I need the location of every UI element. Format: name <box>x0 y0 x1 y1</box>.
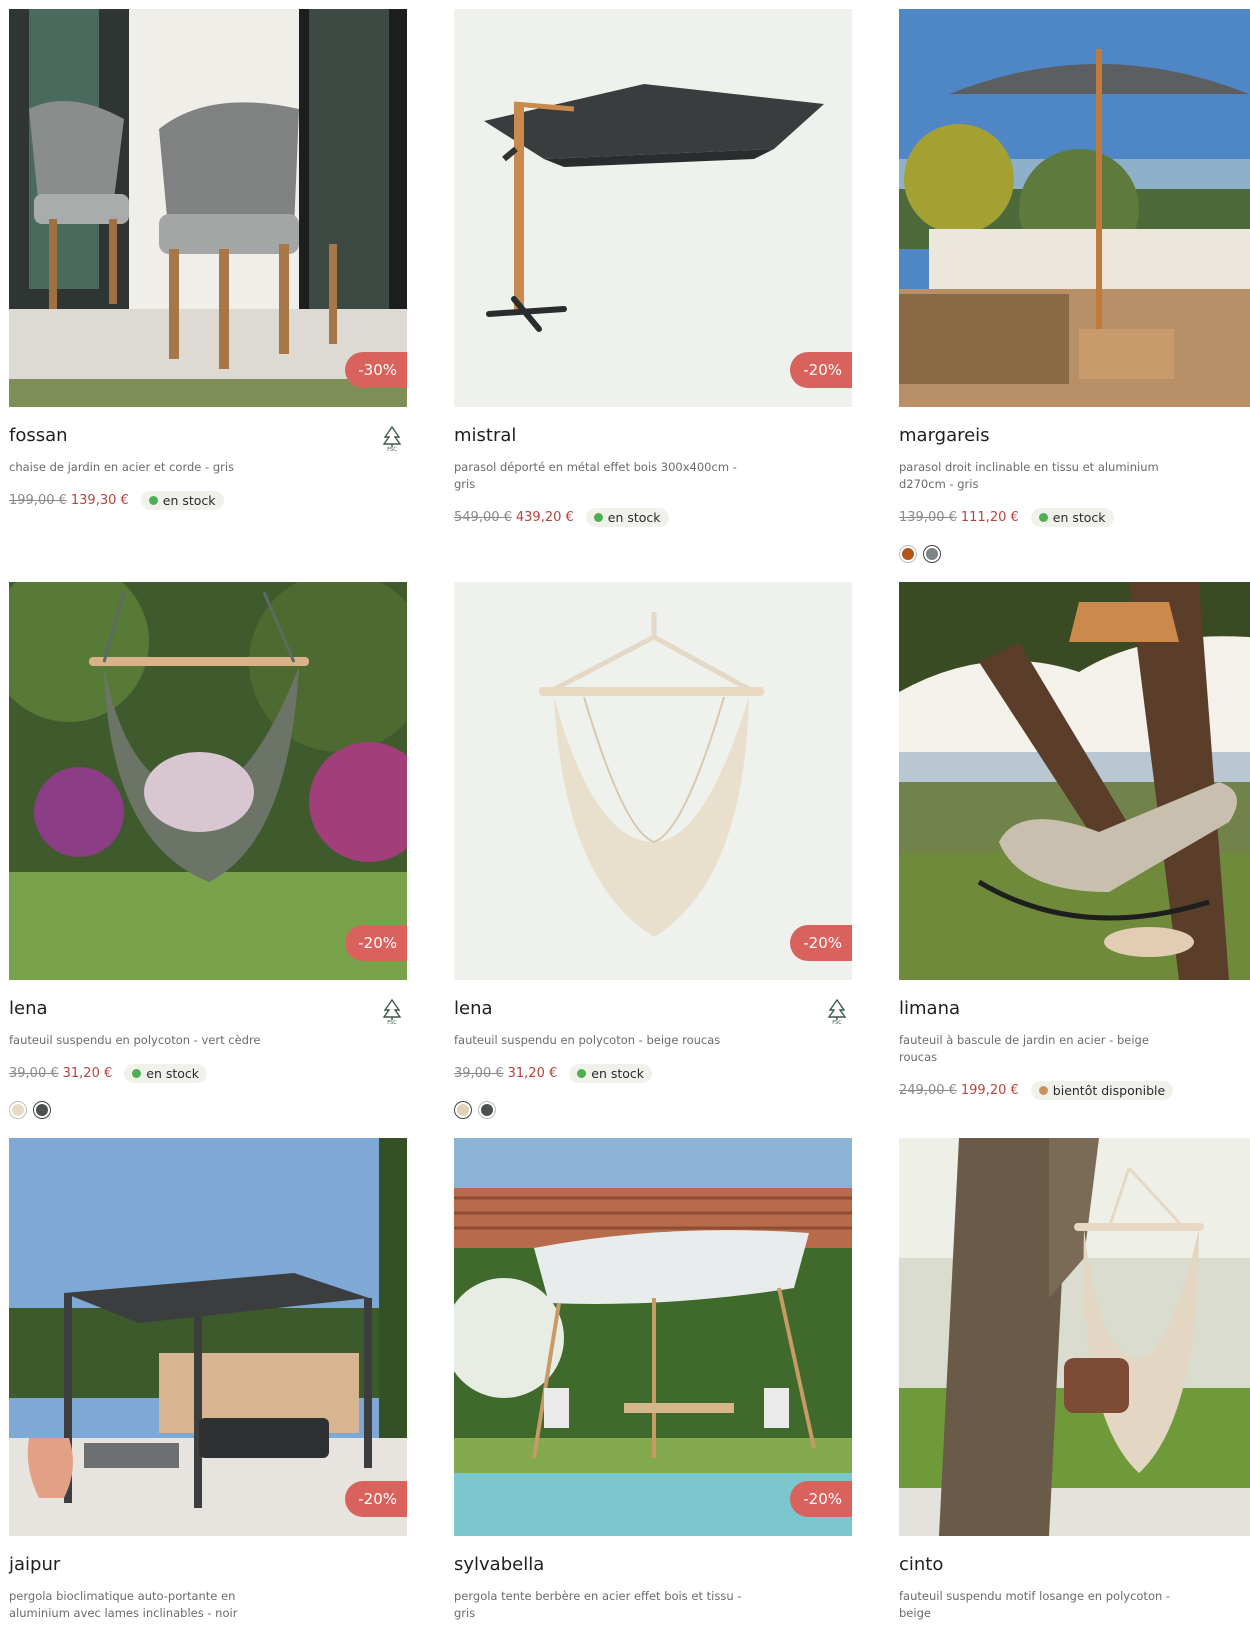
color-swatch-terracotta[interactable] <box>899 545 917 563</box>
stock-dot <box>593 513 603 522</box>
product-description: fauteuil à bascule de jardin en acier - … <box>899 1033 1149 1064</box>
product-card-limana[interactable]: limana fauteuil à bascule de jardin en a… <box>899 582 1250 1100</box>
product-card-lena-beige[interactable]: -20% lena FSC fauteuil suspendu en polyc… <box>454 582 852 1119</box>
price-row: 39,00 € 31,20 € en stock <box>9 1064 407 1083</box>
product-image-mistral[interactable]: -20% <box>454 9 852 407</box>
stock-status: en stock <box>1030 508 1114 527</box>
stock-dot <box>1038 1086 1048 1095</box>
color-swatch-green[interactable] <box>478 1101 496 1119</box>
stock-status: en stock <box>569 1064 653 1083</box>
old-price: 139,00 € <box>899 510 957 525</box>
discount-badge: -20% <box>790 925 852 961</box>
discount-badge: -20% <box>790 352 852 388</box>
product-image-sylvabella[interactable]: -20% <box>454 1138 852 1536</box>
stock-label: en stock <box>1052 510 1106 525</box>
stock-dot <box>132 1069 142 1078</box>
product-description: fauteuil suspendu en polycoton - beige r… <box>454 1033 721 1047</box>
svg-text:FSC: FSC <box>387 1020 397 1024</box>
product-card-lena-green[interactable]: -20% lena FSC fauteuil suspendu en polyc… <box>9 582 407 1119</box>
svg-text:FSC: FSC <box>387 447 397 451</box>
product-title[interactable]: limana <box>899 998 960 1019</box>
sale-price: 139,30 € <box>70 493 129 508</box>
color-swatch-beige[interactable] <box>9 1101 27 1119</box>
discount-badge: -20% <box>345 1481 407 1517</box>
sale-price: 31,20 € <box>62 1066 113 1081</box>
stock-status: bientôt disponible <box>1030 1081 1174 1100</box>
stock-label: en stock <box>146 1066 200 1081</box>
product-title[interactable]: mistral <box>454 425 516 446</box>
product-description: parasol déporté en métal effet bois 300x… <box>454 460 737 491</box>
product-card-cinto[interactable]: cinto fauteuil suspendu motif losange en… <box>899 1138 1250 1622</box>
price-row: 199,00 € 139,30 € en stock <box>9 491 407 510</box>
price-row: 139,00 € 111,20 € en stock <box>899 508 1250 527</box>
product-description: pergola bioclimatique auto-portante en a… <box>9 1589 238 1620</box>
stock-dot <box>1038 513 1048 522</box>
svg-text:FSC: FSC <box>832 1020 842 1024</box>
stock-label: en stock <box>607 510 661 525</box>
stock-dot <box>577 1069 587 1078</box>
color-swatches <box>9 1101 407 1119</box>
stock-label: en stock <box>162 493 216 508</box>
product-description: fauteuil suspendu en polycoton - vert cè… <box>9 1033 261 1047</box>
product-image-lena-green[interactable]: -20% <box>9 582 407 980</box>
product-card-jaipur[interactable]: -20% jaipur pergola bioclimatique auto-p… <box>9 1138 407 1622</box>
discount-badge: -20% <box>345 925 407 961</box>
old-price: 199,00 € <box>9 493 67 508</box>
product-title[interactable]: lena <box>454 998 493 1019</box>
color-swatches <box>454 1101 852 1119</box>
sale-price: 111,20 € <box>960 510 1019 525</box>
old-price: 249,00 € <box>899 1083 957 1098</box>
price-row: 39,00 € 31,20 € en stock <box>454 1064 852 1083</box>
fsc-tree-icon: FSC <box>382 425 402 451</box>
product-description: pergola tente berbère en acier effet boi… <box>454 1589 742 1620</box>
discount-badge: -20% <box>790 1481 852 1517</box>
product-image-fossan[interactable]: -30% <box>9 9 407 407</box>
price-row: 249,00 € 199,20 € bientôt disponible <box>899 1081 1250 1100</box>
product-card-mistral[interactable]: -20% mistral parasol déporté en métal ef… <box>454 9 852 527</box>
old-price: 39,00 € <box>9 1066 59 1081</box>
product-description: parasol droit inclinable en tissu et alu… <box>899 460 1159 491</box>
stock-status: en stock <box>124 1064 208 1083</box>
stock-status: en stock <box>585 508 669 527</box>
stock-status: en stock <box>140 491 224 510</box>
color-swatch-green[interactable] <box>33 1101 51 1119</box>
product-image-cinto[interactable] <box>899 1138 1250 1536</box>
sale-price: 199,20 € <box>960 1083 1019 1098</box>
product-description: fauteuil suspendu motif losange en polyc… <box>899 1589 1171 1620</box>
old-price: 549,00 € <box>454 510 512 525</box>
color-swatch-grey[interactable] <box>923 545 941 563</box>
stock-label: bientôt disponible <box>1052 1083 1166 1098</box>
stock-dot <box>148 496 158 505</box>
product-title[interactable]: margareis <box>899 425 990 446</box>
old-price: 39,00 € <box>454 1066 504 1081</box>
sale-price: 31,20 € <box>507 1066 558 1081</box>
product-title[interactable]: fossan <box>9 425 68 446</box>
product-card-fossan[interactable]: -30% fossan FSC chaise de jardin en acie… <box>9 9 407 510</box>
product-description: chaise de jardin en acier et corde - gri… <box>9 460 235 474</box>
product-image-lena-beige[interactable]: -20% <box>454 582 852 980</box>
sale-price: 439,20 € <box>515 510 574 525</box>
product-card-margareis[interactable]: margareis parasol droit inclinable en ti… <box>899 9 1250 563</box>
product-image-jaipur[interactable]: -20% <box>9 1138 407 1536</box>
product-image-margareis[interactable] <box>899 9 1250 407</box>
product-title[interactable]: sylvabella <box>454 1554 544 1575</box>
price-row: 549,00 € 439,20 € en stock <box>454 508 852 527</box>
product-title[interactable]: cinto <box>899 1554 943 1575</box>
product-image-limana[interactable] <box>899 582 1250 980</box>
product-title[interactable]: jaipur <box>9 1554 60 1575</box>
discount-badge: -30% <box>345 352 407 388</box>
fsc-tree-icon: FSC <box>827 998 847 1024</box>
stock-label: en stock <box>591 1066 645 1081</box>
product-title[interactable]: lena <box>9 998 48 1019</box>
color-swatch-beige[interactable] <box>454 1101 472 1119</box>
color-swatches <box>899 545 1250 563</box>
product-card-sylvabella[interactable]: -20% sylvabella pergola tente berbère en… <box>454 1138 852 1622</box>
fsc-tree-icon: FSC <box>382 998 402 1024</box>
